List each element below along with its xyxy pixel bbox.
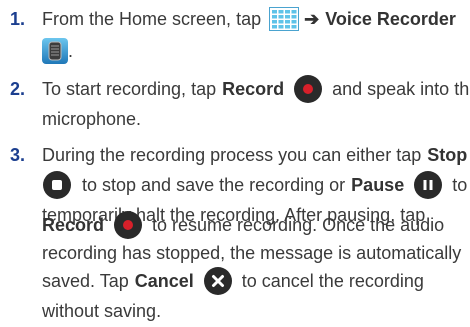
step-1-number: 1. [10,9,26,29]
step-2-number: 2. [10,79,26,99]
step-3-number: 3. [10,145,26,165]
pause-label: Pause [351,175,405,195]
step-1-line-2: . [42,36,73,66]
cancel-label: Cancel [134,271,194,291]
step-3-text-2: to stop and save the recording or [82,175,346,195]
step-3-text-7: saved. Tap [42,271,129,291]
step-3-line-7: without saving. [42,296,161,326]
step-1-period: . [68,41,74,61]
step-2-line-1: To start recording, tap Record and speak… [42,74,470,104]
step-3-line-6: saved. Tap Cancel to cancel the recordin… [42,266,424,296]
stop-button-icon [42,170,72,200]
pause-button-icon [413,170,443,200]
step-2-text-c: microphone. [42,109,142,129]
step-3-text-6: recording has stopped, the message is au… [42,243,462,263]
record-button-icon [293,74,323,104]
step-1-line-1: From the Home screen, tap ➔ Voice Record… [42,4,456,34]
apps-grid-icon [269,7,300,31]
step-1-text: From the Home screen, tap [42,9,262,29]
step-1-arrow: ➔ [304,9,320,29]
stop-label: Stop [427,145,468,165]
step-3-line-4: Record to resume recording. Once the aud… [42,210,444,240]
step-3-text-9: without saving. [42,301,162,321]
voice-recorder-app-icon [42,38,68,64]
step-2-line-2: microphone. [42,104,141,134]
step-3-line-2: to stop and save the recording or Pause … [42,170,467,200]
instruction-page: 1. From the Home screen, tap ➔ Voice Rec… [0,0,470,327]
step-3-text-8: to cancel the recording [241,271,424,291]
step-3-line-1: During the recording process you can eit… [42,140,467,170]
step-3-record-label: Record [42,215,105,235]
step-2-text-b: and speak into the [332,79,470,99]
step-3-line-5: recording has stopped, the message is au… [42,238,461,268]
step-2-text: To start recording, tap [42,79,217,99]
record-button-icon [113,210,143,240]
cancel-button-icon [203,266,233,296]
step-3-text-3: to [452,175,468,195]
step-2-record-label: Record [222,79,285,99]
step-3-text-1: During the recording process you can eit… [42,145,422,165]
step-3-text-5: to resume recording. Once the audio [152,215,445,235]
voice-recorder-label: Voice Recorder [325,9,456,29]
